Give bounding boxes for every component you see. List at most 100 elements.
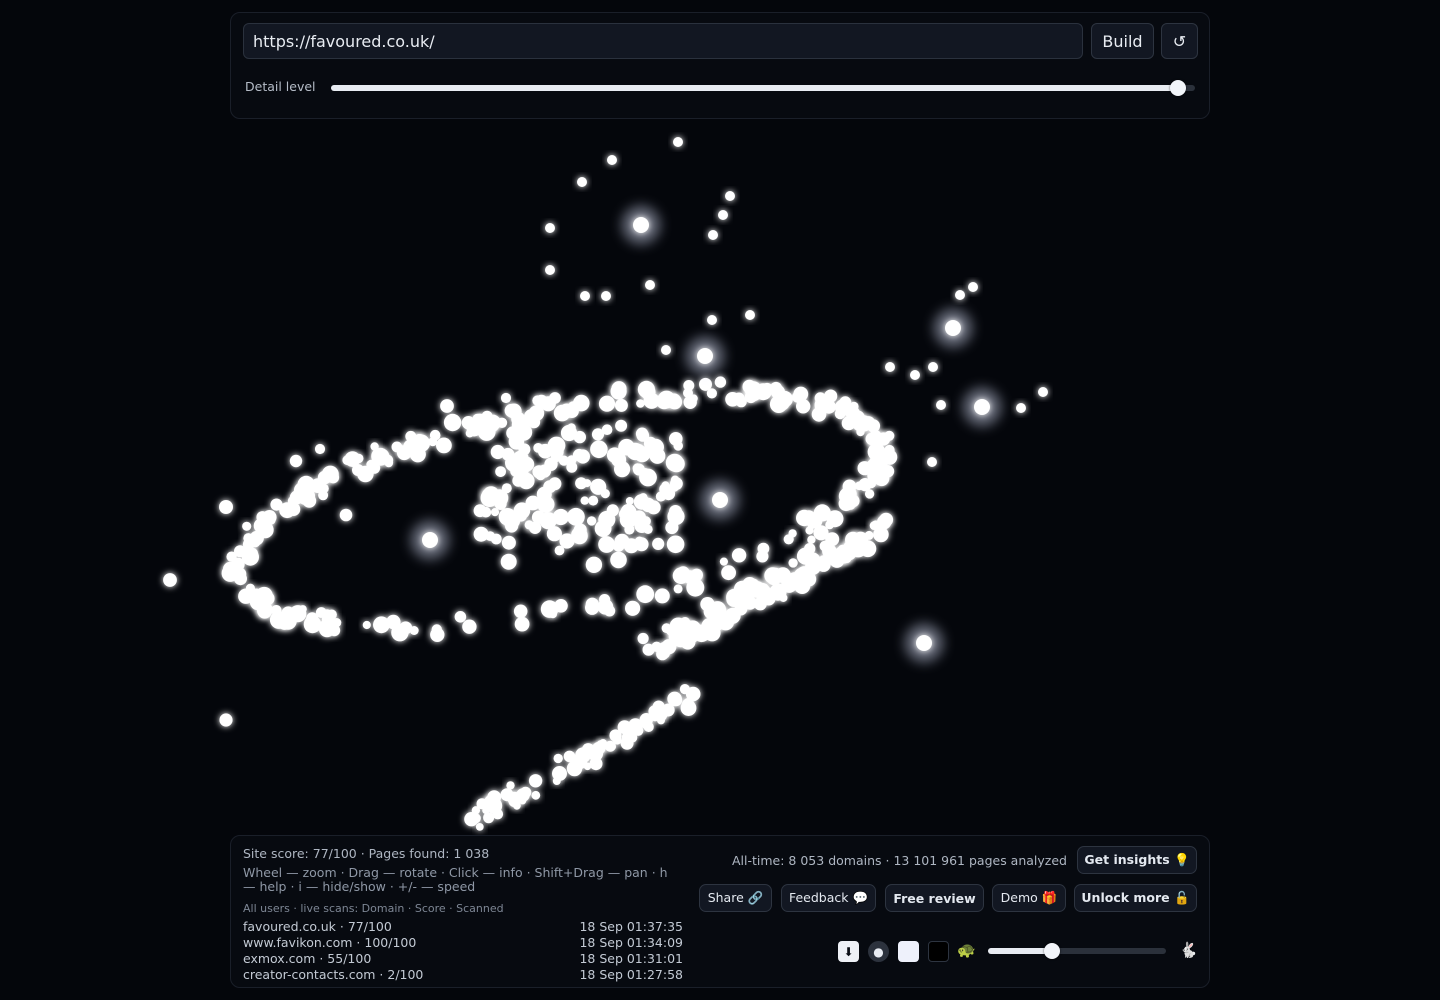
build-button[interactable]: Build (1091, 23, 1154, 59)
graph-page-node[interactable] (819, 540, 831, 552)
get-insights-button[interactable]: Get insights 💡 (1077, 846, 1197, 874)
graph-page-node[interactable] (719, 557, 729, 566)
graph-page-node[interactable] (490, 444, 505, 460)
graph-page-node[interactable] (466, 421, 482, 437)
graph-page-node[interactable] (880, 433, 891, 444)
graph-page-node[interactable] (414, 434, 426, 445)
share-button[interactable]: Share 🔗 (699, 884, 772, 912)
graph-page-node[interactable] (577, 177, 587, 187)
graph-page-node[interactable] (955, 290, 965, 300)
graph-page-node[interactable] (670, 477, 683, 490)
graph-page-node[interactable] (552, 777, 561, 785)
graph-page-node[interactable] (615, 419, 628, 432)
graph-page-node[interactable] (409, 446, 426, 463)
graph-page-node[interactable] (635, 427, 649, 440)
graph-page-node[interactable] (818, 555, 828, 565)
graph-page-node[interactable] (585, 556, 603, 573)
graph-page-node[interactable] (540, 600, 559, 618)
graph-page-node[interactable] (601, 291, 611, 301)
graph-page-node[interactable] (643, 721, 654, 733)
graph-page-node[interactable] (834, 399, 852, 416)
graph-page-node[interactable] (662, 487, 676, 501)
light-theme-swatch[interactable] (898, 941, 919, 962)
graph-page-node[interactable] (480, 506, 492, 518)
graph-page-node[interactable] (270, 498, 283, 511)
graph-page-node[interactable] (864, 530, 874, 540)
graph-page-node[interactable] (271, 605, 282, 616)
graph-page-node[interactable] (506, 426, 520, 440)
graph-page-node[interactable] (321, 612, 336, 627)
graph-page-node[interactable] (910, 370, 920, 380)
graph-page-node[interactable] (572, 448, 586, 462)
graph-page-node[interactable] (470, 813, 481, 824)
graph-page-node[interactable] (927, 457, 937, 467)
graph-page-node[interactable] (600, 489, 610, 499)
graph-page-node[interactable] (587, 745, 597, 755)
graph-page-node[interactable] (241, 548, 259, 566)
graph-page-node[interactable] (516, 461, 530, 475)
graph-page-node[interactable] (699, 377, 712, 391)
graph-page-node[interactable] (614, 398, 628, 412)
graph-page-node[interactable] (718, 210, 728, 220)
graph-page-node[interactable] (513, 801, 521, 810)
graph-page-node[interactable] (624, 524, 635, 535)
graph-page-node[interactable] (528, 774, 543, 788)
graph-page-node[interactable] (342, 455, 353, 466)
graph-page-node[interactable] (625, 497, 634, 505)
graph-page-node[interactable] (775, 567, 791, 584)
graph-page-node[interactable] (585, 597, 599, 611)
graph-page-node[interactable] (804, 543, 816, 555)
graph-page-node[interactable] (665, 453, 684, 472)
graph-hub-node[interactable] (697, 348, 713, 364)
graph-page-node[interactable] (598, 536, 615, 553)
graph-page-node[interactable] (666, 640, 676, 649)
graph-page-node[interactable] (683, 388, 693, 398)
graph-page-node[interactable] (430, 627, 445, 642)
speed-slider[interactable] (988, 948, 1166, 954)
graph-page-node[interactable] (436, 437, 452, 454)
graph-hub-node[interactable] (633, 217, 649, 233)
graph-page-node[interactable] (486, 797, 503, 814)
graph-page-node[interactable] (673, 137, 683, 147)
graph-page-node[interactable] (586, 516, 597, 526)
graph-page-node[interactable] (583, 479, 592, 488)
graph-page-node[interactable] (163, 573, 177, 587)
graph-page-node[interactable] (633, 494, 650, 510)
url-input[interactable] (243, 23, 1083, 59)
graph-page-node[interactable] (776, 390, 793, 408)
graph-page-node[interactable] (533, 443, 544, 453)
graph-page-node[interactable] (867, 443, 886, 461)
graph-page-node[interactable] (513, 604, 528, 619)
reset-button[interactable]: ↺ (1161, 23, 1198, 59)
graph-page-node[interactable] (560, 424, 578, 442)
graph-page-node[interactable] (611, 381, 627, 397)
graph-page-node[interactable] (788, 529, 797, 538)
graph-page-node[interactable] (352, 464, 364, 476)
graph-page-node[interactable] (779, 593, 788, 602)
graph-page-node[interactable] (667, 508, 685, 526)
speed-thumb[interactable] (1044, 943, 1061, 959)
graph-page-node[interactable] (429, 429, 441, 441)
graph-page-node[interactable] (279, 612, 297, 630)
graph-page-node[interactable] (680, 572, 692, 583)
graph-page-node[interactable] (531, 790, 541, 800)
graph-page-node[interactable] (885, 362, 895, 372)
graph-page-node[interactable] (382, 454, 394, 466)
graph-page-node[interactable] (788, 558, 798, 568)
graph-page-node[interactable] (869, 430, 882, 443)
site-graph-canvas[interactable] (0, 120, 1440, 835)
graph-page-node[interactable] (707, 315, 717, 325)
graph-page-node[interactable] (735, 396, 747, 408)
graph-page-node[interactable] (645, 280, 655, 290)
graph-page-node[interactable] (500, 553, 517, 570)
graph-page-node[interactable] (794, 577, 811, 594)
graph-page-node[interactable] (700, 597, 715, 612)
graph-page-node[interactable] (598, 510, 616, 529)
graph-page-node[interactable] (490, 508, 500, 517)
graph-page-node[interactable] (838, 487, 857, 505)
graph-page-node[interactable] (532, 465, 546, 479)
graph-page-node[interactable] (769, 381, 783, 395)
graph-page-node[interactable] (610, 551, 627, 569)
graph-page-node[interactable] (475, 823, 484, 831)
graph-page-node[interactable] (599, 594, 611, 606)
